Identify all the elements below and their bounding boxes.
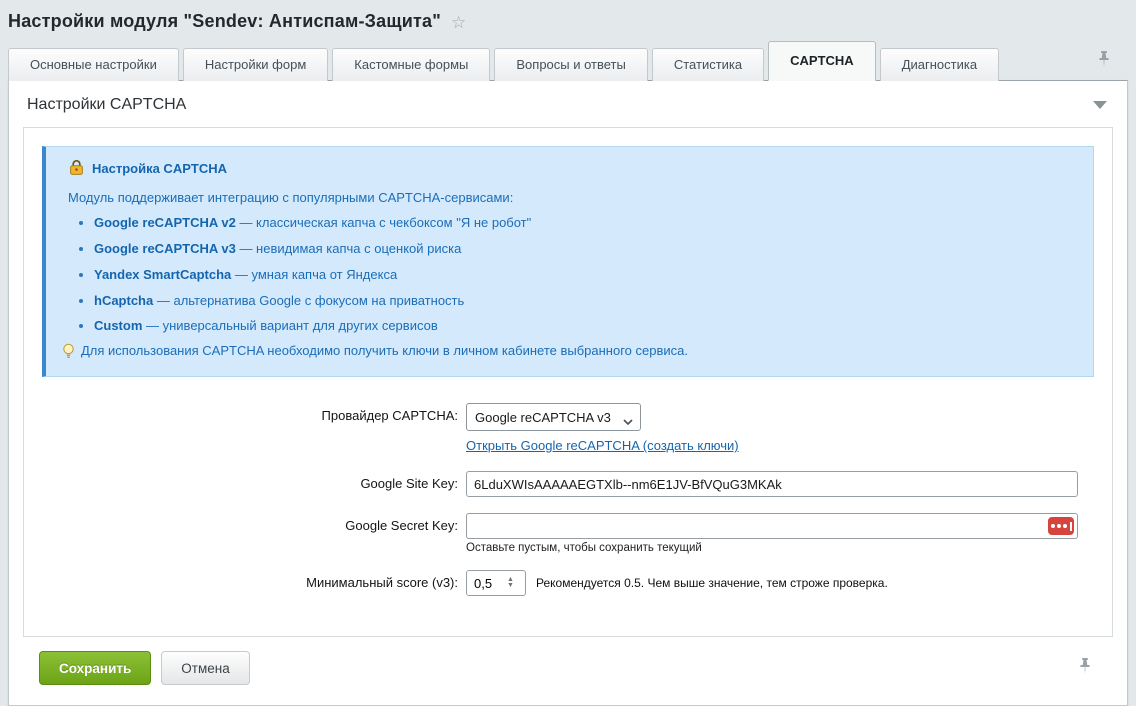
lock-icon bbox=[68, 159, 85, 178]
score-row: Минимальный score (v3): ▲▼ Рекомендуется… bbox=[42, 570, 1094, 596]
favorite-star-icon[interactable]: ☆ bbox=[451, 14, 466, 31]
page-title: Настройки модуля "Sendev: Антиспам-Защит… bbox=[8, 11, 441, 32]
service-item: Google reCAPTCHA v2 — классическая капча… bbox=[94, 214, 1077, 233]
score-help: Рекомендуется 0.5. Чем выше значение, те… bbox=[536, 576, 888, 590]
note-tip-text: Для использования CAPTCHA необходимо пол… bbox=[81, 343, 688, 358]
lightbulb-icon bbox=[62, 343, 75, 363]
module-settings-page: Настройки модуля "Sendev: Антиспам-Защит… bbox=[0, 0, 1136, 678]
footer-row: Сохранить Отмена bbox=[39, 651, 1113, 685]
tab-captcha[interactable]: CAPTCHA bbox=[768, 41, 876, 81]
number-spinner[interactable]: ▲▼ bbox=[503, 571, 518, 595]
secret-key-label: Google Secret Key: bbox=[42, 513, 466, 539]
site-key-input[interactable] bbox=[466, 471, 1078, 497]
collapse-section-icon[interactable] bbox=[1093, 101, 1107, 109]
site-key-label: Google Site Key: bbox=[42, 471, 466, 497]
pin-icon-bottom[interactable] bbox=[1079, 657, 1091, 680]
pin-icon[interactable] bbox=[1098, 50, 1110, 73]
note-tip: Для использования CAPTCHA необходимо пол… bbox=[62, 343, 1077, 363]
section-header: Настройки CAPTCHA bbox=[9, 81, 1127, 127]
secret-key-row: Google Secret Key: Оставьте пустым, чтоб… bbox=[42, 513, 1094, 554]
secret-key-help: Оставьте пустым, чтобы сохранить текущий bbox=[466, 542, 1078, 554]
service-item: Google reCAPTCHA v3 — невидимая капча с … bbox=[94, 240, 1077, 259]
save-button[interactable]: Сохранить bbox=[39, 651, 151, 685]
tab-form-settings[interactable]: Настройки форм bbox=[183, 48, 328, 81]
service-item: hCaptcha — альтернатива Google с фокусом… bbox=[94, 292, 1077, 311]
title-row: Настройки модуля "Sendev: Антиспам-Защит… bbox=[0, 0, 1136, 41]
captcha-form: Провайдер CAPTCHA: Google reCAPTCHA v3 О… bbox=[42, 403, 1094, 596]
captcha-services-list: Google reCAPTCHA v2 — классическая капча… bbox=[94, 214, 1077, 336]
tab-main-settings[interactable]: Основные настройки bbox=[8, 48, 179, 81]
note-title: Настройка CAPTCHA bbox=[92, 161, 227, 176]
secret-key-input[interactable] bbox=[466, 513, 1078, 539]
provider-label: Провайдер CAPTCHA: bbox=[42, 403, 466, 429]
score-label: Минимальный score (v3): bbox=[42, 570, 466, 596]
password-manager-icon[interactable] bbox=[1048, 517, 1074, 535]
service-item: Custom — универсальный вариант для други… bbox=[94, 317, 1077, 336]
open-recaptcha-link[interactable]: Открыть Google reCAPTCHA (создать ключи) bbox=[466, 438, 739, 453]
captcha-provider-select[interactable]: Google reCAPTCHA v3 bbox=[466, 403, 641, 431]
tab-bar: Основные настройкиНастройки формКастомны… bbox=[0, 41, 1136, 81]
tab-statistics[interactable]: Статистика bbox=[652, 48, 764, 81]
score-input-wrap: ▲▼ bbox=[466, 570, 526, 596]
site-key-row: Google Site Key: bbox=[42, 471, 1094, 497]
tab-custom-forms[interactable]: Кастомные формы bbox=[332, 48, 490, 81]
note-intro: Модуль поддерживает интеграцию с популяр… bbox=[68, 190, 1077, 205]
provider-row: Провайдер CAPTCHA: Google reCAPTCHA v3 О… bbox=[42, 403, 1094, 455]
captcha-info-note: Настройка CAPTCHA Модуль поддерживает ин… bbox=[42, 146, 1094, 377]
tab-diagnostics[interactable]: Диагностика bbox=[880, 48, 999, 81]
score-input[interactable] bbox=[467, 571, 503, 595]
tab-faq[interactable]: Вопросы и ответы bbox=[494, 48, 647, 81]
cancel-button[interactable]: Отмена bbox=[161, 651, 249, 685]
section-title: Настройки CAPTCHA bbox=[27, 96, 186, 114]
settings-panel: Настройки CAPTCHA Настройка CAPTCHA Мо bbox=[8, 80, 1128, 706]
tab-content: Настройка CAPTCHA Модуль поддерживает ин… bbox=[23, 127, 1113, 637]
note-header: Настройка CAPTCHA bbox=[68, 159, 1077, 178]
service-item: Yandex SmartCaptcha — умная капча от Янд… bbox=[94, 266, 1077, 285]
